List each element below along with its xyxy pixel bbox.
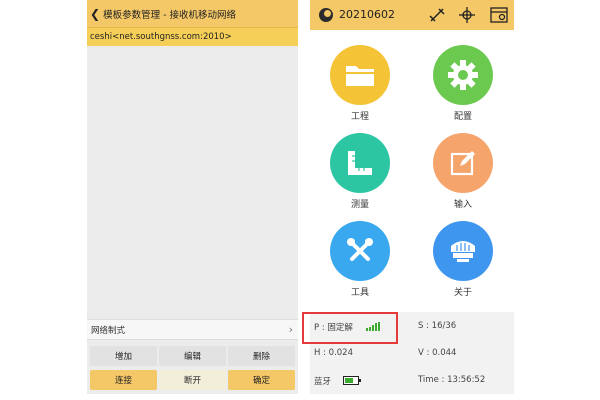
left-header-title: 模板参数管理 - 接收机移动网络 — [103, 9, 237, 21]
ruler-icon — [348, 151, 372, 175]
menu-label-tools: 工具 — [350, 288, 369, 298]
network-template-item-label: ceshi<net.southgnss.com:2010> — [90, 32, 232, 42]
tools-button[interactable] — [330, 221, 390, 281]
menu-config[interactable]: 配置 — [418, 45, 508, 122]
project-title: 20210602 — [339, 8, 395, 21]
menu-input[interactable]: 输入 — [418, 133, 508, 210]
network-mode-row[interactable]: 网络制式 › — [87, 319, 298, 340]
network-template-item[interactable]: ceshi<net.southgnss.com:2010> — [87, 27, 298, 46]
chevron-right-icon: › — [288, 323, 293, 336]
edit-button[interactable]: 编辑 — [159, 346, 226, 366]
receiver-icon — [451, 241, 475, 262]
menu-project[interactable]: 工程 — [315, 45, 405, 122]
delete-button[interactable]: 删除 — [228, 346, 295, 366]
measure-button[interactable] — [330, 133, 390, 193]
h-precision: H : 0.024 — [314, 348, 353, 358]
template-list-area — [87, 46, 298, 319]
app-logo-icon — [319, 8, 333, 22]
edit-icon — [450, 151, 475, 176]
menu-about[interactable]: 关于 — [418, 221, 508, 298]
menu-label-input: 输入 — [453, 200, 472, 210]
left-screen: ❮ 模板参数管理 - 接收机移动网络 ceshi<net.southgnss.c… — [87, 0, 298, 394]
bluetooth-label: 蓝牙 — [314, 377, 332, 387]
menu-tools[interactable]: 工具 — [315, 221, 405, 298]
map-window-icon[interactable] — [490, 7, 508, 23]
config-button[interactable] — [433, 45, 493, 105]
satellite-icon[interactable] — [428, 7, 446, 23]
menu-measure[interactable]: 测量 — [315, 133, 405, 210]
right-header: 20210602 — [310, 0, 514, 30]
battery-icon — [343, 376, 361, 385]
back-chevron-icon[interactable]: ❮ — [90, 8, 100, 20]
gear-icon — [448, 60, 478, 90]
connect-button[interactable]: 连接 — [90, 370, 157, 390]
gnss-target-icon[interactable] — [458, 7, 476, 23]
menu-label-measure: 测量 — [350, 200, 369, 210]
tools-icon — [347, 238, 373, 261]
about-button[interactable] — [433, 221, 493, 281]
v-precision: V : 0.044 — [418, 348, 457, 358]
time-status: Time : 13:56:52 — [418, 375, 486, 385]
confirm-button[interactable]: 确定 — [228, 370, 295, 390]
network-mode-label: 网络制式 — [91, 325, 126, 336]
highlight-box — [302, 312, 398, 344]
satellite-count: S : 16/36 — [418, 321, 457, 331]
input-button[interactable] — [433, 133, 493, 193]
menu-label-project: 工程 — [350, 112, 369, 122]
project-button[interactable] — [330, 45, 390, 105]
folder-icon — [346, 66, 374, 86]
add-button[interactable]: 增加 — [90, 346, 157, 366]
disconnect-button[interactable]: 断开 — [159, 370, 226, 390]
menu-label-about: 关于 — [453, 288, 472, 298]
left-header: ❮ 模板参数管理 - 接收机移动网络 — [87, 0, 298, 27]
menu-label-config: 配置 — [453, 112, 472, 122]
